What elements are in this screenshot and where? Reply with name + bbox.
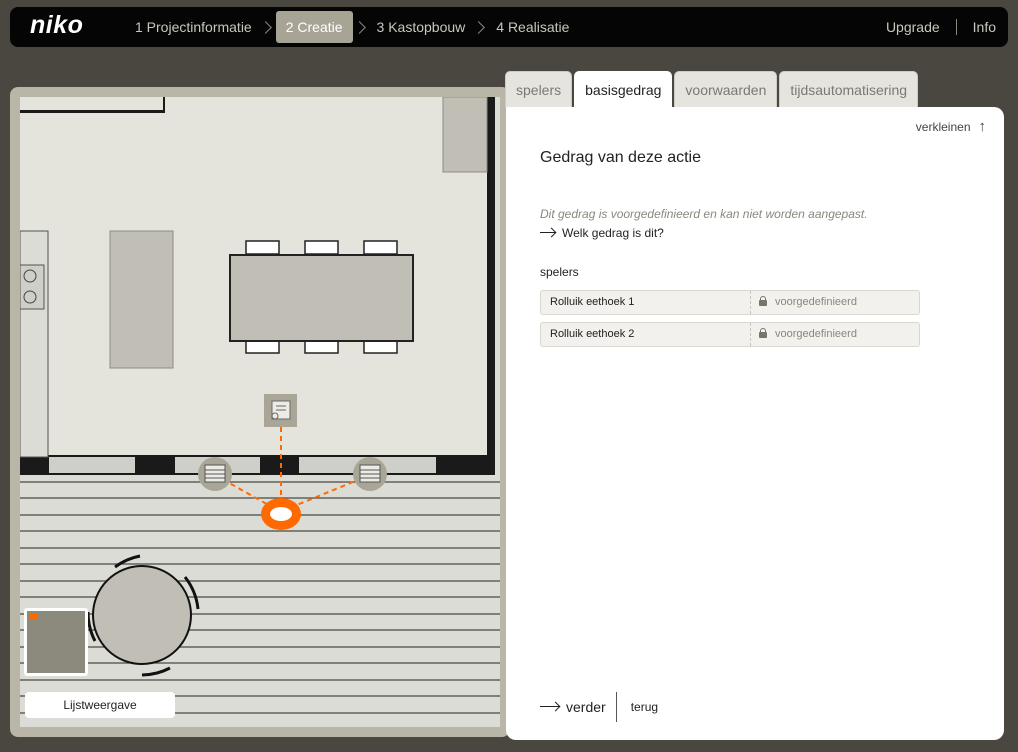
collapse-label: verkleinen <box>915 120 971 134</box>
floorplan-canvas[interactable] <box>20 97 500 727</box>
step-creatie[interactable]: 2 Creatie <box>275 11 353 43</box>
terrace-deck <box>20 465 500 727</box>
chevron-right-icon <box>472 20 486 34</box>
collapse-button[interactable]: verkleinen ↑ <box>915 118 987 135</box>
tab-tijdsautomatisering[interactable]: tijdsautomatisering <box>779 71 919 107</box>
players-label: spelers <box>540 265 579 279</box>
tab-basisgedrag[interactable]: basisgedrag <box>574 71 673 108</box>
lock-icon <box>759 296 767 308</box>
panel-title: Gedrag van deze actie <box>540 149 701 166</box>
player-row: Rolluik eethoek 1 voorgedefinieerd <box>540 290 920 315</box>
lock-icon <box>759 328 767 340</box>
player-status-label: voorgedefinieerd <box>775 328 857 340</box>
step-projectinformatie[interactable]: 1 Projectinformatie <box>128 11 259 43</box>
tab-voorwaarden[interactable]: voorwaarden <box>674 71 778 107</box>
help-link[interactable]: Welk gedrag is dit? <box>540 226 664 240</box>
chevron-right-icon <box>258 20 272 34</box>
link-divider <box>955 19 957 35</box>
help-link-label: Welk gedrag is dit? <box>562 226 664 240</box>
arrow-right-icon <box>540 702 560 712</box>
panel-tabs: spelers basisgedrag voorwaarden tijdsaut… <box>505 71 920 108</box>
footer-divider <box>615 692 617 722</box>
next-button[interactable]: verder <box>566 699 606 715</box>
top-navigation-bar: niko 1 Projectinformatie 2 Creatie 3 Kas… <box>10 7 1008 47</box>
niko-logo[interactable]: niko <box>30 11 83 40</box>
round-table <box>92 565 192 665</box>
arrow-up-icon: ↑ <box>978 118 987 135</box>
behaviour-panel: verkleinen ↑ Gedrag van deze actie Dit g… <box>506 107 1004 740</box>
player-status: voorgedefinieerd <box>751 323 857 346</box>
back-button[interactable]: terug <box>631 700 658 714</box>
arrow-right-icon <box>540 228 556 238</box>
info-link[interactable]: Info <box>973 19 996 35</box>
wall-right <box>487 97 495 463</box>
player-name: Rolluik eethoek 1 <box>541 291 751 314</box>
floorplan-drawing <box>20 97 500 727</box>
action-node-inner <box>270 507 292 521</box>
wizard-steps: 1 Projectinformatie 2 Creatie 3 Kastopbo… <box>128 11 576 43</box>
list-view-button[interactable]: Lijstweergave <box>25 692 175 718</box>
panel-footer: verder terug <box>540 692 658 722</box>
tall-cabinet <box>442 97 488 173</box>
floor-thumbnail[interactable] <box>24 608 88 676</box>
player-name: Rolluik eethoek 2 <box>541 323 751 346</box>
kitchen-island <box>109 230 174 369</box>
dining-table <box>229 254 414 342</box>
window-1 <box>49 457 135 473</box>
player-status: voorgedefinieerd <box>751 291 857 314</box>
top-right-links: Upgrade Info <box>886 7 996 47</box>
active-marker <box>30 614 37 619</box>
predefined-note: Dit gedrag is voorgedefinieerd en kan ni… <box>540 207 868 221</box>
player-status-label: voorgedefinieerd <box>775 296 857 308</box>
tab-spelers[interactable]: spelers <box>505 71 573 107</box>
player-row: Rolluik eethoek 2 voorgedefinieerd <box>540 322 920 347</box>
upgrade-link[interactable]: Upgrade <box>886 19 940 35</box>
step-kastopbouw[interactable]: 3 Kastopbouw <box>370 11 473 43</box>
chevron-right-icon <box>352 20 366 34</box>
step-realisatie[interactable]: 4 Realisatie <box>489 11 576 43</box>
